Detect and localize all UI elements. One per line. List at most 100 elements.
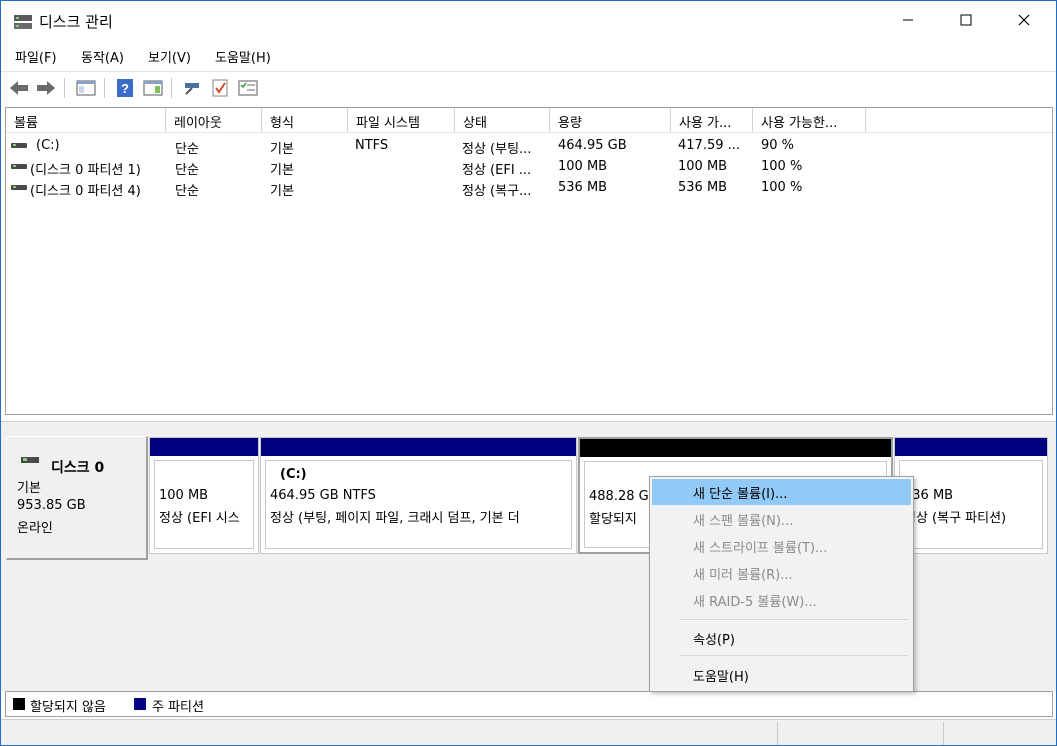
partition-body: 100 MB 정상 (EFI 시스 (154, 460, 254, 549)
maximize-button[interactable] (937, 1, 995, 43)
menu-item-properties[interactable]: 속성(P) (652, 625, 911, 651)
header-divider (6, 132, 1052, 133)
status-separator (777, 722, 778, 745)
legend-primary-swatch (134, 698, 146, 710)
cell-type: 기본 (270, 163, 294, 178)
toolbar-separator (171, 78, 172, 98)
partition-header-bar (580, 439, 891, 457)
table-row[interactable]: (C:) 단순 기본 NTFS 정상 (부팅... 464.95 GB 417.… (6, 135, 1052, 157)
partition-recovery[interactable]: 536 MB 정상 (복구 파티션) (894, 437, 1048, 554)
minimize-button[interactable] (879, 1, 937, 43)
cell-percent-free: 100 % (761, 159, 803, 174)
cell-volume: (C:) (36, 138, 60, 153)
column-header-status[interactable]: 상태 (455, 108, 550, 132)
close-button[interactable] (995, 1, 1053, 43)
console-tree-icon[interactable] (75, 77, 97, 99)
action-pane-icon[interactable] (142, 77, 164, 99)
menu-item-new-mirrored-volume[interactable]: 새 미러 볼륨(R)... (652, 560, 911, 586)
status-bar (1, 719, 1056, 745)
cell-free-space: 417.59 ... (678, 138, 741, 153)
menu-help[interactable]: 도움말(H) (215, 47, 271, 66)
cell-capacity: 100 MB (558, 159, 608, 174)
menu-item-new-striped-volume[interactable]: 새 스트라이프 볼륨(T)... (652, 533, 911, 559)
window-title: 디스크 관리 (39, 13, 113, 31)
cell-filesystem: NTFS (355, 138, 389, 153)
cell-capacity: 536 MB (558, 180, 608, 195)
disk-management-app-icon (13, 13, 33, 31)
menu-action[interactable]: 동작(A) (81, 47, 124, 66)
maximize-icon (960, 14, 972, 30)
menu-item-new-spanned-volume[interactable]: 새 스팬 볼륨(N)... (652, 506, 911, 532)
disk-drive-icon (21, 457, 39, 463)
column-header-volume[interactable]: 볼륨 (6, 108, 166, 132)
title-bar[interactable]: 디스크 관리 (1, 1, 1056, 43)
disk-management-window: 디스크 관리 파일(F) 동작(A) 보기(V) 도움말(H) ? 볼륨 레이아… (0, 0, 1057, 746)
column-header-filesystem[interactable]: 파일 시스템 (348, 108, 455, 132)
svg-text:?: ? (121, 81, 129, 96)
column-header-layout[interactable]: 레이아웃 (166, 108, 262, 132)
column-header-capacity[interactable]: 용량 (550, 108, 671, 132)
table-row[interactable]: (디스크 0 파티션 4) 단순 기본 정상 (복구... 536 MB 536… (6, 177, 1052, 199)
cell-status: 정상 (복구... (462, 184, 532, 199)
menu-file[interactable]: 파일(F) (15, 47, 57, 66)
partition-label: (C:) (280, 467, 307, 482)
close-icon (1018, 14, 1030, 30)
properties-list-icon[interactable] (237, 77, 259, 99)
menu-bar: 파일(F) 동작(A) 보기(V) 도움말(H) (1, 43, 1056, 69)
toolbar-separator (64, 78, 65, 98)
legend: 할당되지 않음 주 파티션 (5, 691, 1053, 717)
back-arrow-icon[interactable] (8, 77, 30, 99)
legend-unallocated-swatch (13, 698, 25, 710)
cell-capacity: 464.95 GB (558, 138, 627, 153)
volume-drive-icon (11, 143, 27, 148)
partition-size: 100 MB (159, 488, 209, 503)
connect-icon[interactable] (181, 77, 203, 99)
column-header-free-space[interactable]: 사용 가... (671, 108, 753, 132)
partition-status: 정상 (EFI 시스 (159, 511, 240, 526)
disk-name: 디스크 0 (51, 460, 105, 476)
partition-efi[interactable]: 100 MB 정상 (EFI 시스 (149, 437, 259, 554)
cell-percent-free: 100 % (761, 180, 803, 195)
cell-type: 기본 (270, 184, 294, 199)
column-header-percent-free[interactable]: 사용 가능한... (753, 108, 866, 132)
forward-arrow-icon[interactable] (35, 77, 57, 99)
cell-type: 기본 (270, 142, 294, 157)
volume-list[interactable]: 볼륨 레이아웃 형식 파일 시스템 상태 용량 사용 가... 사용 가능한..… (5, 107, 1053, 415)
toolbar: ? (1, 71, 1056, 103)
menu-view[interactable]: 보기(V) (148, 47, 191, 66)
column-header-type[interactable]: 형식 (262, 108, 348, 132)
menu-item-new-raid5-volume[interactable]: 새 RAID-5 볼륨(W)... (652, 587, 911, 613)
table-row[interactable]: (디스크 0 파티션 1) 단순 기본 정상 (EFI ... 100 MB 1… (6, 156, 1052, 178)
volume-drive-icon (11, 185, 27, 190)
cell-volume: (디스크 0 파티션 4) (30, 184, 141, 199)
help-icon[interactable]: ? (114, 77, 136, 99)
cell-layout: 단순 (175, 142, 199, 157)
cell-status: 정상 (EFI ... (462, 163, 532, 178)
partition-body: 536 MB 정상 (복구 파티션) (899, 460, 1043, 549)
partition-size: 488.28 GI (589, 489, 653, 504)
menu-separator (680, 655, 908, 656)
toolbar-separator (104, 78, 105, 98)
partition-header-bar (150, 438, 258, 456)
cell-layout: 단순 (175, 184, 199, 199)
disk-0-label[interactable]: 디스크 0 기본 953.85 GB 온라인 (6, 436, 148, 560)
cell-percent-free: 90 % (761, 138, 795, 153)
partition-c[interactable]: (C:) 464.95 GB NTFS 정상 (부팅, 페이지 파일, 크래시 … (260, 437, 577, 554)
legend-primary-label: 주 파티션 (152, 700, 204, 715)
partition-status: 정상 (복구 파티션) (904, 511, 1007, 526)
check-icon[interactable] (209, 77, 231, 99)
disk-state: 온라인 (17, 521, 53, 536)
cell-layout: 단순 (175, 163, 199, 178)
minimize-icon (902, 14, 914, 30)
status-separator (943, 722, 944, 745)
partition-size: 464.95 GB NTFS (270, 488, 376, 503)
partition-header-bar (895, 438, 1047, 456)
menu-item-help[interactable]: 도움말(H) (652, 662, 911, 688)
menu-item-new-simple-volume[interactable]: 새 단순 볼륨(I)... (652, 479, 911, 505)
legend-unallocated-label: 할당되지 않음 (30, 700, 106, 715)
partition-body: (C:) 464.95 GB NTFS 정상 (부팅, 페이지 파일, 크래시 … (265, 460, 572, 549)
disk-size: 953.85 GB (17, 498, 86, 513)
cell-free-space: 100 MB (678, 159, 728, 174)
partition-status: 할당되지 (589, 512, 637, 527)
cell-status: 정상 (부팅... (462, 142, 532, 157)
